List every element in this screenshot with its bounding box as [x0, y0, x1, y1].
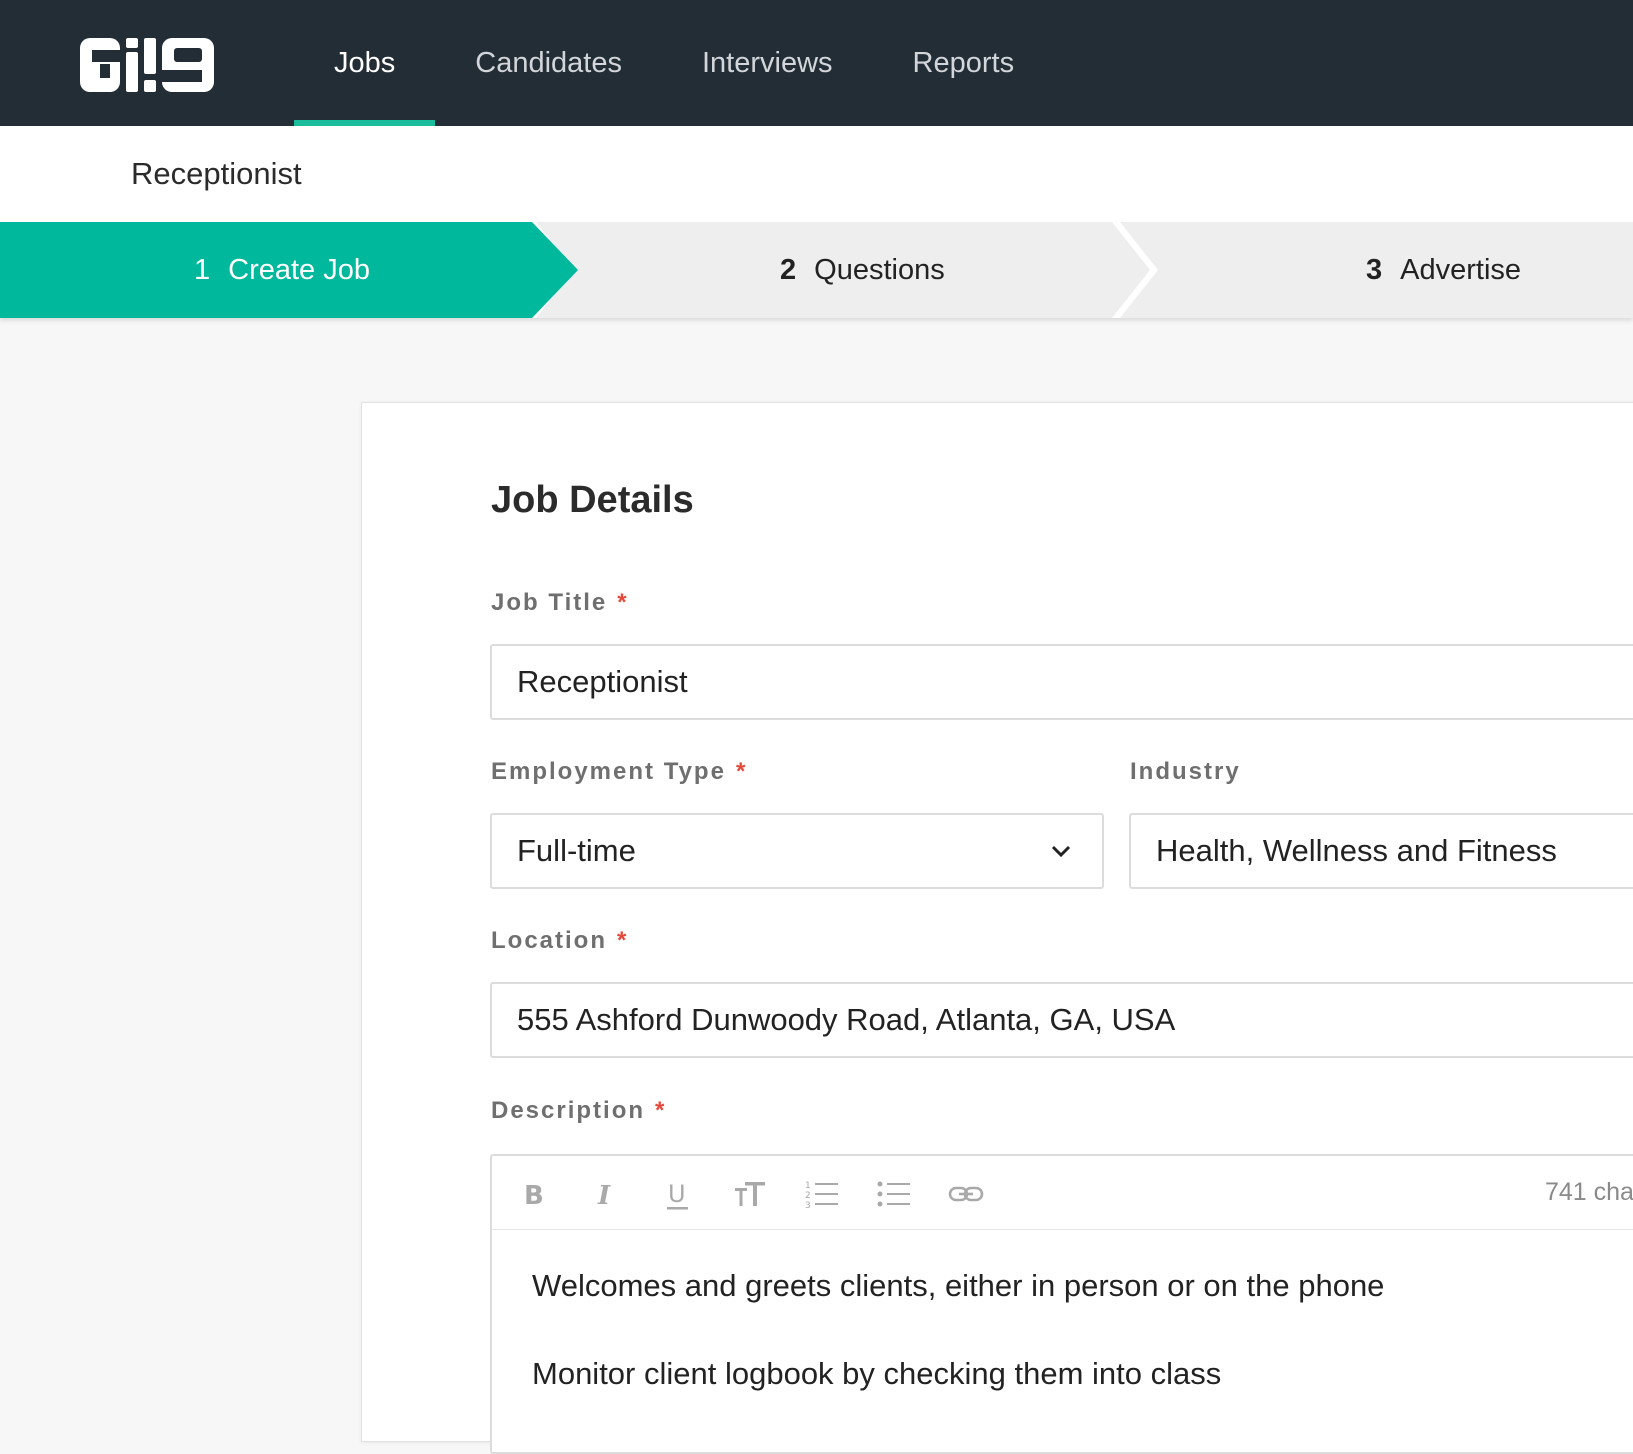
location-label-text: Location [491, 927, 607, 954]
underline-icon[interactable]: U [660, 1176, 696, 1212]
app-logo[interactable] [80, 34, 216, 96]
job-title-label-text: Job Title [491, 589, 608, 616]
svg-text:B: B [524, 1181, 544, 1211]
step-number: 3 [1366, 253, 1383, 286]
step-number: 2 [780, 253, 797, 286]
svg-text:I: I [597, 1181, 611, 1211]
logo-mark-icon [80, 38, 214, 92]
job-details-card: Job Details Job Title * Receptionist Empl… [361, 402, 1633, 1454]
description-editor[interactable]: B I U 1 2 3 741 cha Welcomes and greets … [490, 1154, 1633, 1454]
italic-icon[interactable]: I [588, 1176, 624, 1212]
link-icon[interactable] [948, 1176, 984, 1212]
top-navigation-bar: Jobs Candidates Interviews Reports [0, 0, 1633, 126]
step-questions[interactable]: 2 Questions [780, 222, 945, 318]
step-create-job[interactable]: 1 Create Job [194, 222, 370, 318]
svg-text:2: 2 [805, 1191, 811, 1201]
editor-content[interactable]: Welcomes and greets clients, either in p… [532, 1266, 1384, 1442]
bold-icon[interactable]: B [516, 1176, 552, 1212]
employment-type-select[interactable]: Full-time [490, 813, 1104, 889]
required-marker: * [735, 758, 746, 785]
required-marker: * [655, 1097, 665, 1124]
page-title: Receptionist [131, 156, 302, 191]
industry-select[interactable]: Health, Wellness and Fitness [1129, 813, 1633, 889]
ordered-list-icon[interactable]: 1 2 3 [804, 1176, 840, 1212]
nav-item-candidates[interactable]: Candidates [435, 0, 662, 126]
required-marker: * [617, 589, 627, 616]
section-title: Job Details [491, 479, 694, 521]
employment-type-label-text: Employment Type [491, 758, 726, 785]
nav-item-reports[interactable]: Reports [873, 0, 1055, 126]
description-label: Description * [491, 1097, 664, 1125]
main-nav: Jobs Candidates Interviews Reports [294, 0, 1054, 126]
industry-label: Industry [1130, 758, 1241, 786]
svg-text:U: U [668, 1180, 686, 1208]
bullet-list-icon[interactable] [876, 1176, 912, 1212]
editor-toolbar: B I U 1 2 3 741 cha [492, 1156, 1633, 1230]
job-title-value: Receptionist [517, 664, 688, 699]
character-count: 741 cha [1545, 1178, 1633, 1206]
industry-label-text: Industry [1130, 758, 1241, 785]
job-title-input[interactable]: Receptionist [490, 644, 1633, 720]
chevron-down-icon [1051, 845, 1071, 858]
required-marker: * [617, 927, 627, 954]
description-paragraph: Monitor client logbook by checking them … [532, 1356, 1222, 1391]
step-label: Questions [814, 253, 945, 286]
location-input[interactable]: 555 Ashford Dunwoody Road, Atlanta, GA, … [490, 982, 1633, 1058]
job-title-label: Job Title * [491, 589, 627, 617]
location-label: Location * [491, 927, 626, 955]
step-label: Create Job [228, 253, 370, 286]
step-label: Advertise [1400, 253, 1522, 286]
step-progress: 1 Create Job 2 Questions 3 Advertise [0, 222, 1633, 318]
employment-type-value: Full-time [517, 833, 636, 868]
svg-text:1: 1 [805, 1181, 811, 1191]
nav-item-interviews[interactable]: Interviews [662, 0, 873, 126]
description-paragraph: Welcomes and greets clients, either in p… [532, 1268, 1385, 1303]
location-value: 555 Ashford Dunwoody Road, Atlanta, GA, … [517, 1002, 1176, 1037]
industry-value: Health, Wellness and Fitness [1156, 833, 1557, 868]
text-size-icon[interactable] [732, 1176, 768, 1212]
page-header: Receptionist [0, 126, 1633, 222]
description-label-text: Description [491, 1097, 646, 1124]
employment-type-label: Employment Type * [491, 758, 745, 786]
svg-text:3: 3 [805, 1201, 811, 1211]
step-advertise[interactable]: 3 Advertise [1366, 222, 1521, 318]
step-number: 1 [194, 253, 211, 286]
nav-item-jobs[interactable]: Jobs [294, 0, 436, 126]
